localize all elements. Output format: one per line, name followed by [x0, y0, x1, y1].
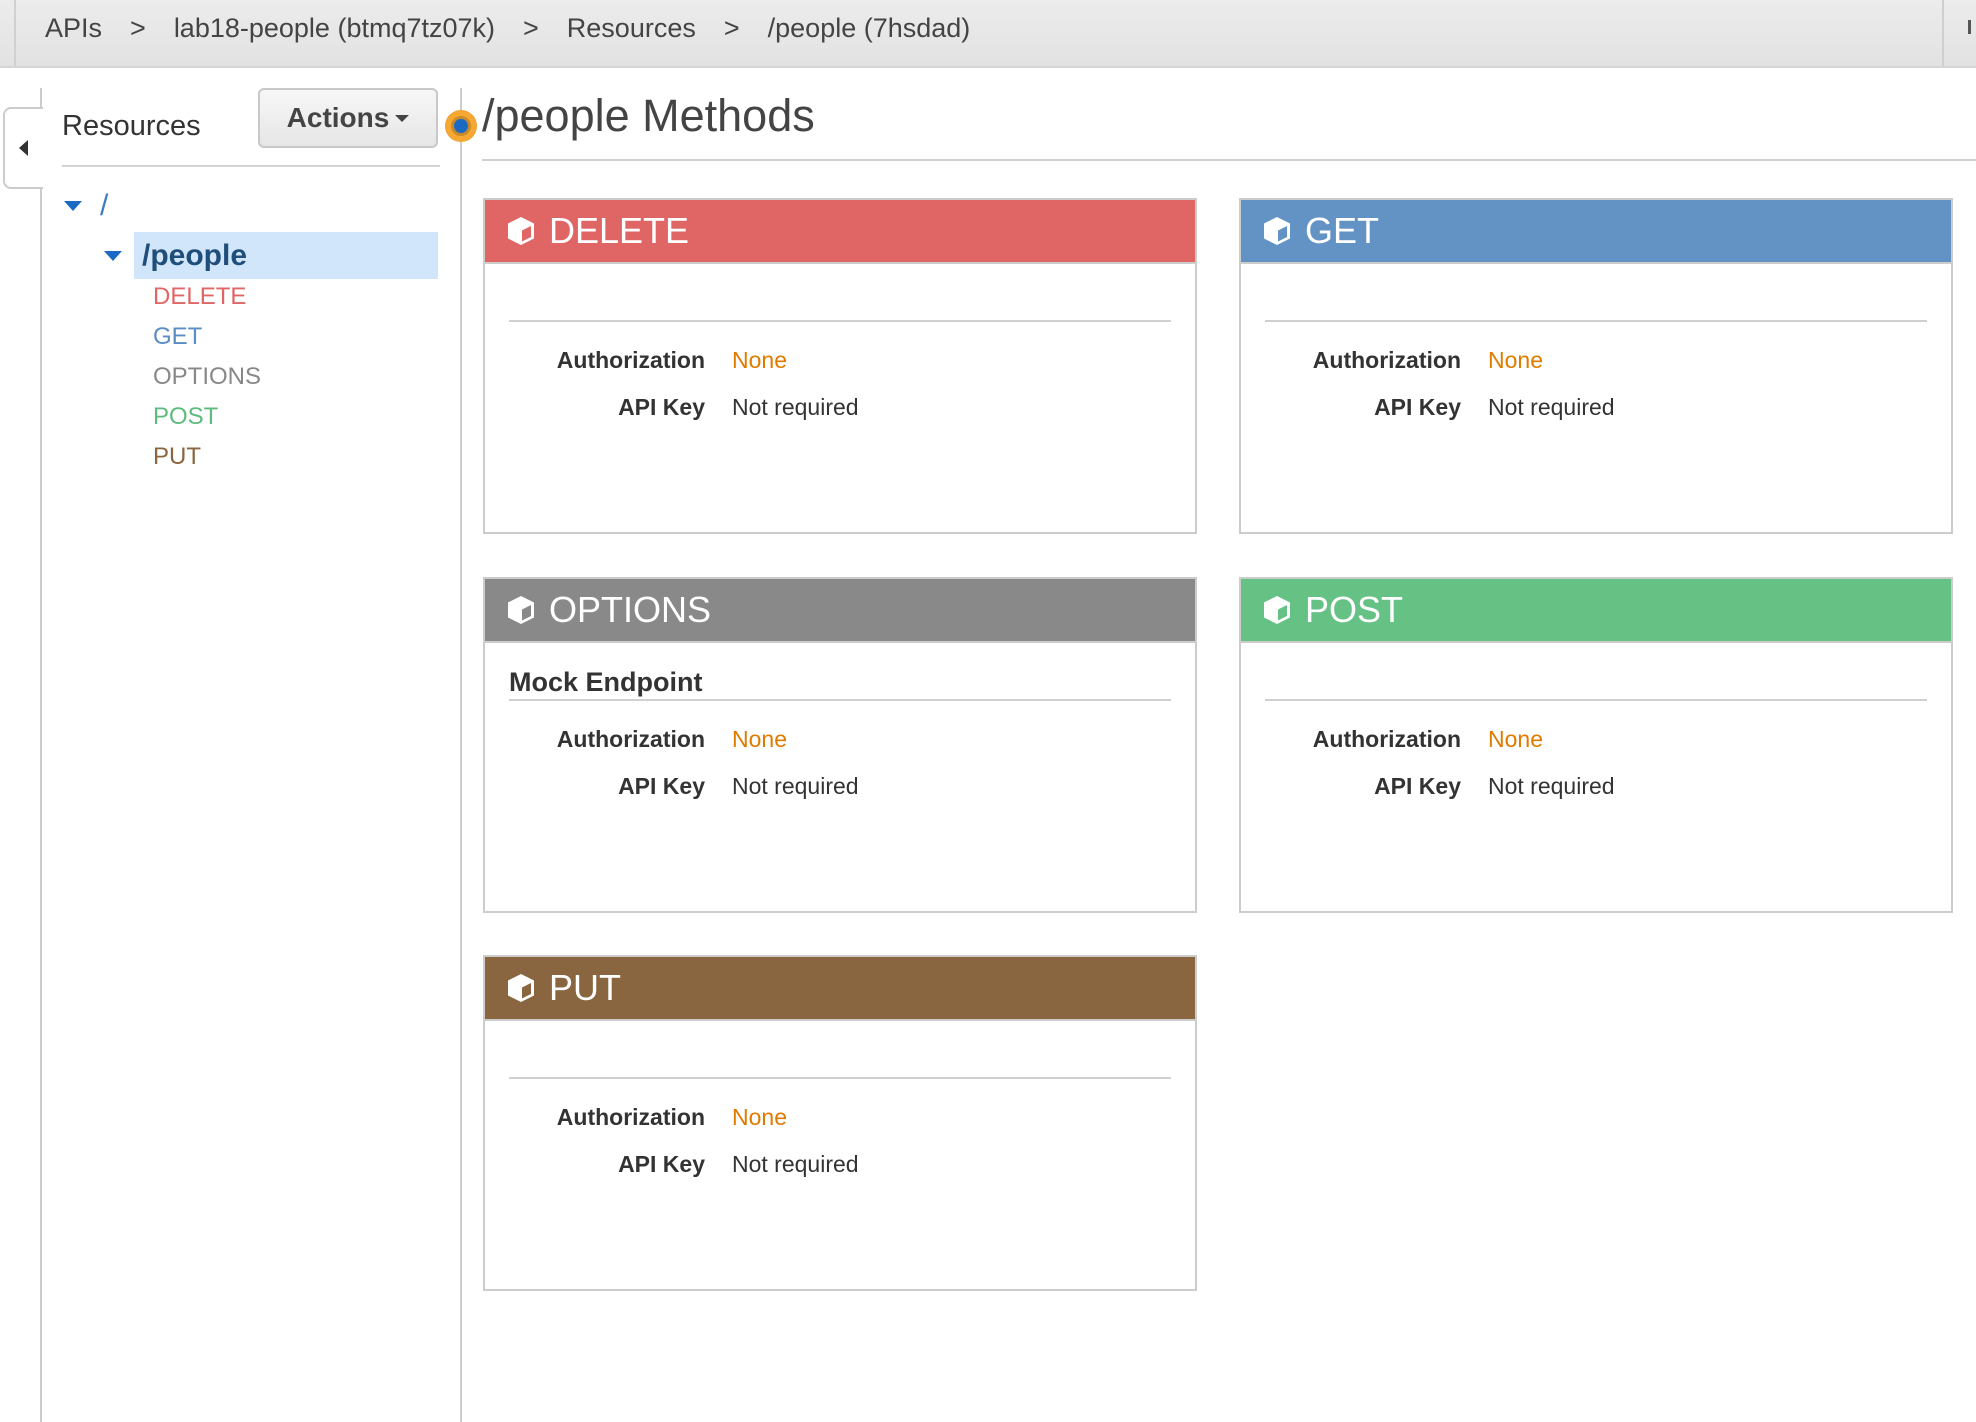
- method-name: POST: [1305, 589, 1404, 630]
- tree-item-label: /: [100, 189, 109, 222]
- api-key-label: API Key: [618, 773, 705, 799]
- authorization-value[interactable]: None: [1488, 726, 1543, 753]
- method-card-put: PUT Authorization None API Key Not requi…: [483, 955, 1197, 1291]
- method-card-get: GET Authorization None API Key Not requi…: [1239, 198, 1953, 534]
- authorization-label: Authorization: [1312, 726, 1461, 752]
- cube-icon: [508, 596, 534, 624]
- page-title: /people Methods: [482, 90, 815, 141]
- divider: [1265, 320, 1927, 322]
- tree-method-put[interactable]: PUT: [153, 443, 201, 471]
- authorization-value[interactable]: None: [1488, 347, 1543, 374]
- api-key-label: API Key: [1374, 773, 1461, 799]
- tree-method-post[interactable]: POST: [153, 403, 218, 431]
- sidebar-border: [40, 88, 42, 1422]
- method-name: GET: [1305, 210, 1380, 251]
- overflow-menu-icon[interactable]: [1968, 20, 1971, 34]
- sidebar-resize-divider[interactable]: [460, 88, 462, 1422]
- actions-dropdown-button[interactable]: Actions: [258, 88, 438, 148]
- breadcrumb: APIs > lab18-people (btmq7tz07k) > Resou…: [45, 10, 970, 46]
- authorization-value[interactable]: None: [732, 347, 787, 374]
- api-key-value: Not required: [732, 773, 859, 799]
- cube-icon: [508, 217, 534, 245]
- method-card-header[interactable]: DELETE: [485, 200, 1195, 264]
- caret-down-icon: [395, 114, 410, 122]
- api-key-label: API Key: [1374, 394, 1461, 420]
- authorization-label: Authorization: [556, 726, 705, 752]
- breadcrumb-apis[interactable]: APIs: [45, 13, 102, 44]
- authorization-label: Authorization: [1312, 347, 1461, 373]
- method-card-options: OPTIONS Mock Endpoint Authorization None…: [483, 577, 1197, 913]
- breadcrumb-separator: >: [523, 12, 539, 43]
- tree-method-delete[interactable]: DELETE: [153, 283, 246, 311]
- sidebar-title: Resources: [62, 110, 201, 142]
- caret-left-icon: [19, 140, 28, 156]
- api-key-value: Not required: [1488, 394, 1615, 420]
- divider: [1942, 0, 1944, 66]
- divider: [509, 1077, 1171, 1079]
- cube-icon: [1264, 217, 1290, 245]
- breadcrumb-separator: >: [723, 12, 740, 43]
- divider: [509, 699, 1171, 701]
- method-card-header[interactable]: POST: [1241, 579, 1951, 643]
- api-key-label: API Key: [618, 1151, 705, 1177]
- authorization-label: Authorization: [556, 1104, 705, 1130]
- cursor-indicator-icon: [446, 111, 476, 141]
- api-key-value: Not required: [732, 1151, 859, 1177]
- tree-method-options[interactable]: OPTIONS: [153, 363, 261, 391]
- breadcrumb-current-resource: /people (7hsdad): [767, 12, 971, 43]
- method-card-delete: DELETE Authorization None API Key Not re…: [483, 198, 1197, 534]
- method-card-header[interactable]: GET: [1241, 200, 1951, 264]
- tree-item-label: /people: [142, 239, 248, 272]
- divider: [14, 0, 16, 66]
- actions-label: Actions: [286, 102, 390, 133]
- authorization-label: Authorization: [556, 347, 705, 373]
- divider: [1265, 699, 1927, 701]
- method-name: OPTIONS: [549, 589, 712, 630]
- divider: [62, 165, 440, 167]
- authorization-value[interactable]: None: [732, 1104, 787, 1131]
- expand-caret-icon[interactable]: [64, 201, 82, 211]
- breadcrumb-api-name[interactable]: lab18-people (btmq7tz07k): [174, 13, 495, 44]
- breadcrumb-resources[interactable]: Resources: [567, 13, 696, 44]
- divider: [509, 320, 1171, 322]
- method-card-header[interactable]: OPTIONS: [485, 579, 1195, 643]
- integration-type: Mock Endpoint: [509, 667, 703, 697]
- cube-icon: [1264, 596, 1290, 624]
- api-key-label: API Key: [618, 394, 705, 420]
- method-name: PUT: [549, 967, 621, 1008]
- tree-item-people-selected[interactable]: /people: [134, 232, 438, 279]
- breadcrumb-bar: APIs > lab18-people (btmq7tz07k) > Resou…: [0, 0, 1976, 68]
- divider: [482, 159, 1976, 161]
- api-key-value: Not required: [732, 394, 859, 420]
- breadcrumb-separator: >: [130, 12, 146, 43]
- authorization-value[interactable]: None: [732, 726, 787, 753]
- method-name: DELETE: [549, 210, 690, 251]
- collapse-sidebar-button[interactable]: [3, 107, 43, 189]
- tree-item-root[interactable]: /: [64, 188, 108, 224]
- method-card-post: POST Authorization None API Key Not requ…: [1239, 577, 1953, 913]
- cube-icon: [508, 974, 534, 1002]
- tree-method-get[interactable]: GET: [153, 323, 202, 351]
- method-card-header[interactable]: PUT: [485, 957, 1195, 1021]
- expand-caret-icon[interactable]: [104, 251, 122, 261]
- api-key-value: Not required: [1488, 773, 1615, 799]
